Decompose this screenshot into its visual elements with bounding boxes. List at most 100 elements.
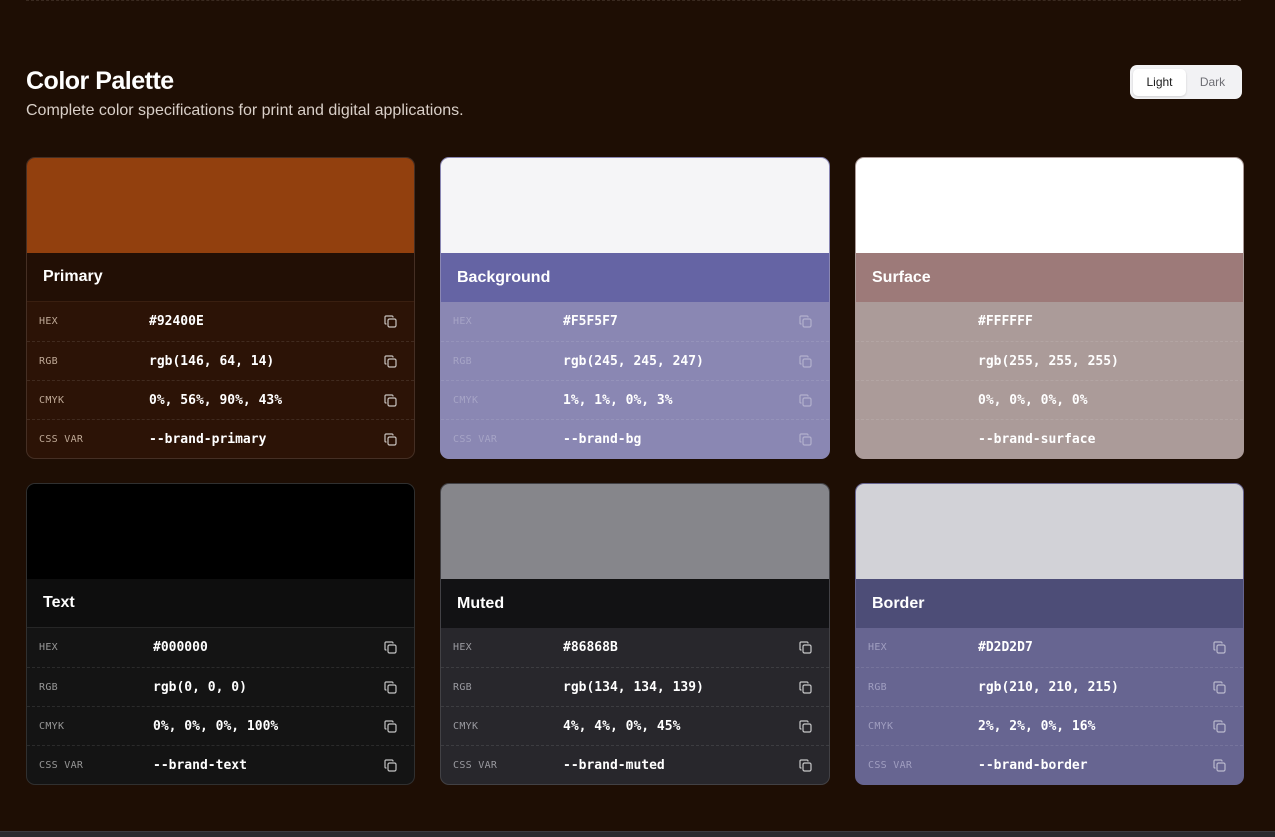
spec-value-hex: #D2D2D7 [978,640,1033,655]
spec-value-css-var: --brand-border [978,757,1088,773]
spec-value-cmyk: 0%, 0%, 0%, 100% [153,718,279,734]
spec-row-css-var: CSS VAR --brand-muted [441,745,829,784]
spec-row-rgb: RGB rgb(210, 210, 215) [856,667,1243,706]
copy-icon[interactable] [797,640,813,656]
bottom-divider [0,831,1275,837]
spec-row-hex: HEX #FFFFFF [856,302,1243,341]
copy-icon[interactable] [797,392,813,408]
spec-row-css-var: CSS VAR --brand-bg [441,419,829,458]
color-swatch [441,484,829,580]
color-name: Border [856,579,1243,628]
spec-value-rgb: rgb(210, 210, 215) [978,679,1119,695]
spec-label: CMYK [453,394,479,406]
spec-label: RGB [453,681,472,693]
theme-light-button[interactable]: Light [1133,68,1186,96]
spec-value-rgb: rgb(134, 134, 139) [563,679,704,695]
color-card-surface: Surface HEX #FFFFFF RGB rgb(255, 255, 25… [855,157,1244,459]
spec-label: HEX [868,316,978,327]
copy-icon[interactable] [382,640,398,656]
spec-row-css-var: CSS VAR --brand-border [856,745,1243,784]
spec-label: CSS VAR [453,759,498,771]
spec-label: RGB [39,355,58,367]
spec-row-cmyk: CMYK 4%, 4%, 0%, 45% [441,706,829,745]
color-card-text: Text HEX #000000 RGB rgb(0, 0, 0) CMYK 0… [26,483,415,785]
copy-icon[interactable] [382,757,398,773]
copy-icon[interactable] [797,353,813,369]
spec-value-rgb: rgb(255, 255, 255) [978,353,1119,369]
copy-icon[interactable] [797,718,813,734]
spec-value-css-var: --brand-bg [563,431,642,447]
spec-value-rgb: rgb(0, 0, 0) [153,679,247,695]
color-name: Background [441,253,829,302]
copy-icon[interactable] [1211,640,1227,656]
spec-value-css-var: --brand-muted [563,757,665,773]
spec-label: CSS VAR [868,434,978,445]
spec-row-css-var: CSS VAR --brand-primary [27,419,414,458]
spec-list: HEX #000000 RGB rgb(0, 0, 0) CMYK 0%, 0%… [27,628,414,784]
copy-icon[interactable] [1211,679,1227,695]
spec-label: CMYK [39,394,65,406]
copy-icon[interactable] [797,314,813,330]
color-card-background: Background HEX #F5F5F7 RGB rgb(245, 245,… [440,157,830,459]
spec-label: CSS VAR [39,433,84,445]
spec-value-css-var: --brand-surface [978,431,1096,447]
spec-row-rgb: RGB rgb(0, 0, 0) [27,667,414,706]
spec-label: RGB [868,681,887,693]
spec-label: RGB [39,681,58,693]
theme-dark-button[interactable]: Dark [1186,69,1239,96]
copy-icon[interactable] [797,757,813,773]
spec-label: CMYK [868,395,978,406]
copy-icon[interactable] [1211,757,1227,773]
color-card-muted: Muted HEX #86868B RGB rgb(134, 134, 139)… [440,483,830,785]
copy-icon[interactable] [797,431,813,447]
spec-value-cmyk: 0%, 56%, 90%, 43% [149,392,283,408]
spec-list: HEX #D2D2D7 RGB rgb(210, 210, 215) CMYK … [856,628,1243,784]
color-name: Muted [441,579,829,628]
spec-label: HEX [39,316,58,327]
copy-icon[interactable] [382,431,398,447]
spec-row-rgb: RGB rgb(255, 255, 255) [856,341,1243,380]
copy-icon[interactable] [797,679,813,695]
spec-label: HEX [453,642,472,653]
spec-label: CMYK [453,720,479,732]
spec-label: RGB [868,356,978,367]
spec-list: HEX #FFFFFF RGB rgb(255, 255, 255) CMYK … [856,302,1243,458]
color-swatch [27,484,414,580]
spec-row-cmyk: CMYK 0%, 56%, 90%, 43% [27,380,414,419]
spec-row-css-var: CSS VAR --brand-surface [856,419,1243,458]
spec-row-css-var: CSS VAR --brand-text [27,745,414,784]
spec-label: HEX [39,642,58,653]
spec-value-css-var: --brand-text [153,757,247,773]
top-divider [26,0,1241,1]
spec-label: CMYK [39,720,65,732]
color-swatch [27,158,414,254]
copy-icon[interactable] [1211,718,1227,734]
spec-row-rgb: RGB rgb(134, 134, 139) [441,667,829,706]
spec-value-hex: #000000 [153,640,208,655]
spec-value-hex: #F5F5F7 [563,314,618,329]
spec-row-hex: HEX #F5F5F7 [441,302,829,341]
copy-icon[interactable] [382,314,398,330]
spec-row-cmyk: CMYK 0%, 0%, 0%, 100% [27,706,414,745]
theme-toggle: Light Dark [1130,65,1242,99]
color-card-primary: Primary HEX #92400E RGB rgb(146, 64, 14)… [26,157,415,459]
copy-icon[interactable] [382,353,398,369]
spec-value-hex: #92400E [149,314,204,329]
page-header: Color Palette Complete color specificati… [26,65,1242,126]
spec-value-hex: #FFFFFF [978,314,1033,329]
spec-value-rgb: rgb(245, 245, 247) [563,353,704,369]
spec-label: CMYK [868,720,894,732]
spec-value-hex: #86868B [563,640,618,655]
spec-value-cmyk: 2%, 2%, 0%, 16% [978,718,1096,734]
spec-row-cmyk: CMYK 0%, 0%, 0%, 0% [856,380,1243,419]
spec-label: HEX [453,316,472,327]
copy-icon[interactable] [382,392,398,408]
spec-list: HEX #86868B RGB rgb(134, 134, 139) CMYK … [441,628,829,784]
copy-icon[interactable] [382,718,398,734]
color-name: Text [27,579,414,628]
spec-label: RGB [453,355,472,367]
spec-label: CSS VAR [453,433,498,445]
copy-icon[interactable] [382,679,398,695]
color-swatch [856,158,1243,254]
spec-row-hex: HEX #92400E [27,302,414,341]
